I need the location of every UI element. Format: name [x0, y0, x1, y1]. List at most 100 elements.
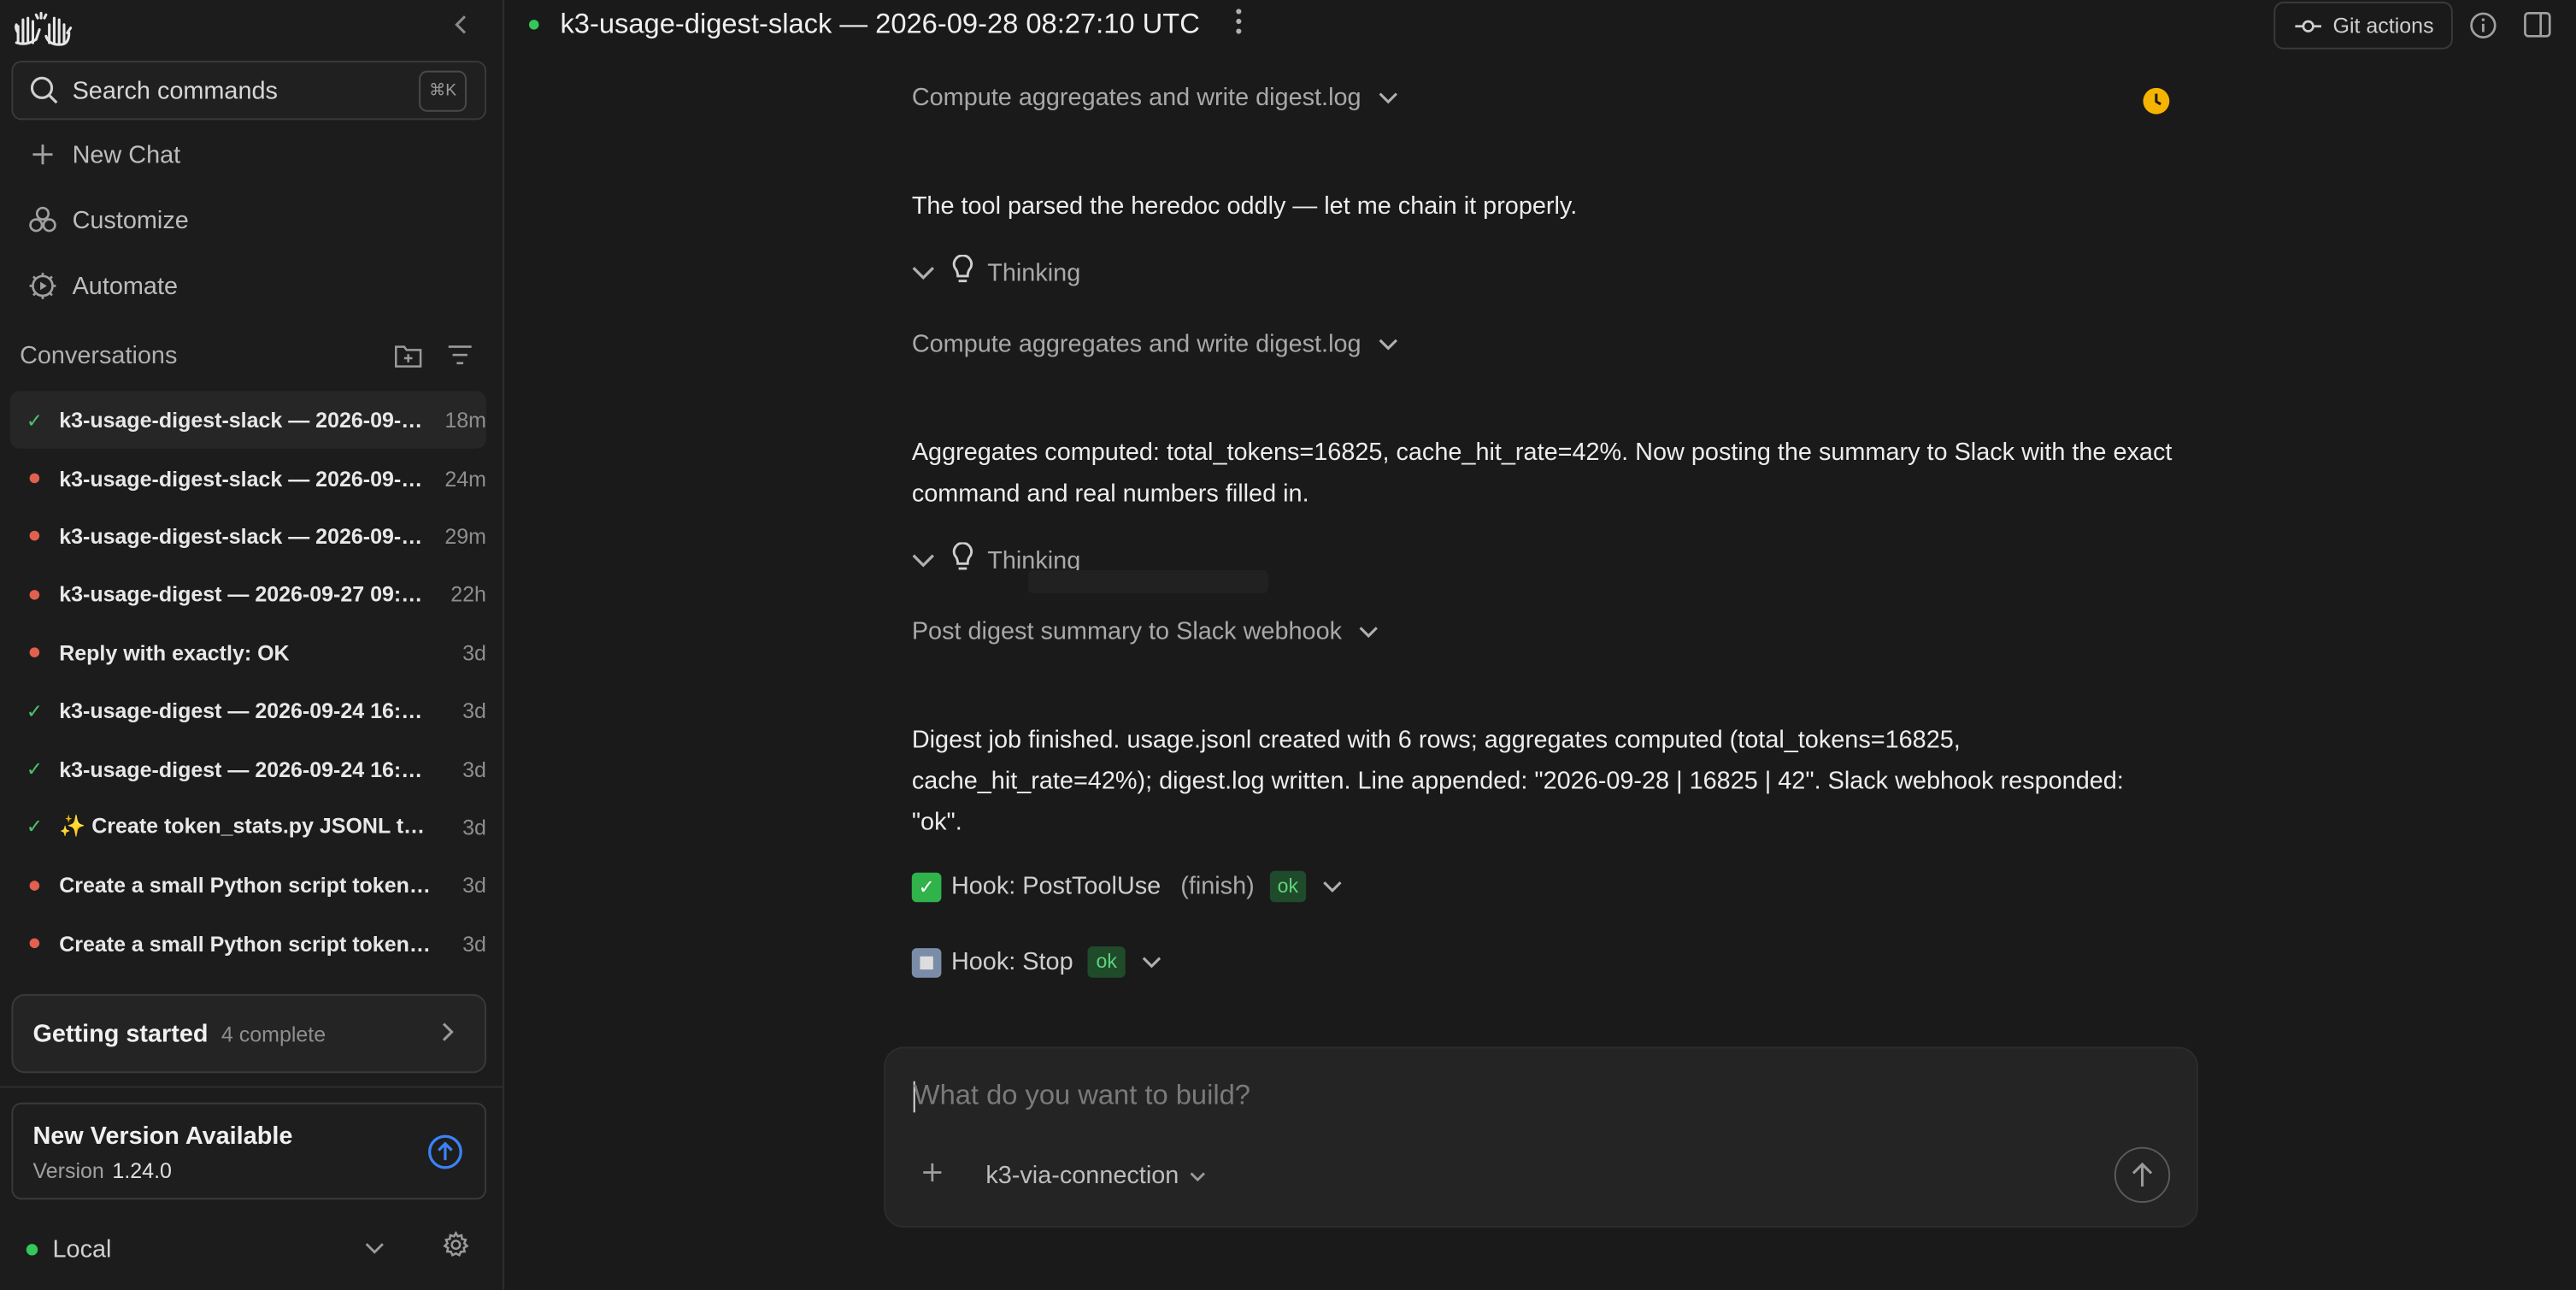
conversation-item[interactable]: ✓ k3-usage-digest — 2026-09-24 16:12:00 … — [10, 682, 486, 740]
search-commands[interactable]: Search commands ⌘K — [11, 61, 486, 121]
conversation-time: 3d — [462, 815, 486, 840]
hook-stop[interactable]: Hook: Stop ok — [911, 946, 1162, 978]
assistant-message: Digest job finished. usage.jsonl created… — [911, 726, 2124, 837]
error-dot-icon — [10, 938, 60, 949]
tool-call-compute-aggregates[interactable]: Compute aggregates and write digest.log — [912, 84, 1397, 112]
hook-label: Hook: PostToolUse — [950, 872, 1162, 901]
chevron-down-icon — [1189, 1162, 1205, 1190]
chevron-down-icon — [1323, 873, 1343, 901]
tool-call-slack-webhook[interactable]: Post digest summary to Slack webhook — [911, 617, 1379, 646]
send-button[interactable] — [2114, 1146, 2171, 1204]
thinking-toggle[interactable]: Thinking — [912, 254, 1081, 291]
sidebar: Search commands ⌘K New Chat Customize Au… — [0, 0, 505, 1290]
conversation-item[interactable]: k3-usage-digest — 2026-09-27 09:00:00 UT… — [10, 566, 486, 624]
nav-label: Automate — [72, 272, 179, 300]
filter-icon[interactable] — [445, 340, 475, 370]
nav-label: Customize — [72, 206, 189, 234]
checkmark-icon: ✓ — [26, 757, 44, 781]
model-selector[interactable]: k3-via-connection — [985, 1162, 1205, 1190]
version-label: Version — [32, 1158, 104, 1183]
shortcut-badge: ⌘K — [419, 70, 467, 112]
add-attachment-icon[interactable] — [921, 1158, 943, 1191]
error-dot-icon — [10, 647, 60, 658]
lightbulb-icon — [951, 541, 974, 578]
getting-started-title: Getting started — [32, 1019, 209, 1048]
plus-icon — [26, 138, 59, 170]
conversation-time: 18m — [444, 408, 486, 433]
conversation-time: 3d — [462, 757, 486, 782]
hook-post-tool-use[interactable]: ✓ Hook: PostToolUse (finish) ok — [911, 870, 1343, 903]
checkmark-icon: ✓ — [26, 409, 44, 432]
gear-icon[interactable] — [442, 1230, 470, 1267]
new-folder-icon[interactable] — [392, 340, 422, 370]
nav-customize[interactable]: Customize — [26, 201, 189, 240]
tool-call-label: Post digest summary to Slack webhook — [911, 617, 1343, 646]
composer-input[interactable]: What do you want to build? — [914, 1080, 1250, 1112]
app-logo — [13, 10, 73, 46]
conversation-title: Reply with exactly: OK — [59, 640, 290, 666]
conversation-time: 3d — [462, 640, 486, 666]
nav-automate[interactable]: Automate — [26, 266, 178, 305]
chevron-down-icon — [1378, 84, 1397, 112]
info-icon[interactable] — [2467, 10, 2497, 40]
chevron-right-icon — [438, 1021, 455, 1047]
getting-started-card[interactable]: Getting started 4 complete — [11, 993, 486, 1074]
tool-call-label: Compute aggregates and write digest.log — [911, 330, 1362, 359]
search-label: Search commands — [72, 76, 278, 105]
conversation-item[interactable]: Create a small Python script token_stats… — [10, 857, 486, 915]
chevron-down-icon — [1142, 948, 1162, 976]
conversation-title: k3-usage-digest-slack — 2026-09-28 08:16… — [59, 524, 433, 549]
chevron-down-icon — [912, 546, 935, 574]
chevron-down-icon[interactable] — [365, 1234, 385, 1264]
chevron-down-icon — [1358, 618, 1378, 646]
customize-icon — [26, 203, 59, 236]
conversation-time: 3d — [462, 931, 486, 957]
conversation-item[interactable]: k3-usage-digest-slack — 2026-09-28 08:21… — [10, 450, 486, 508]
thinking-label: Thinking — [987, 258, 1081, 287]
hook-label: Hook: Stop — [950, 948, 1073, 976]
conversation-time: 29m — [444, 524, 486, 549]
conversation-item[interactable]: k3-usage-digest-slack — 2026-09-28 08:16… — [10, 508, 486, 566]
assistant-message: The tool parsed the heredoc oddly — let … — [911, 191, 1578, 221]
update-card: New Version Available Version 1.24.0 — [11, 1102, 486, 1200]
stop-button-icon — [911, 947, 942, 977]
status-badge: ok — [1087, 946, 1126, 978]
nav-new-chat[interactable]: New Chat — [26, 135, 180, 174]
automate-icon — [26, 269, 59, 302]
arrow-up-icon — [2132, 1162, 2153, 1187]
getting-started-progress: 4 complete — [221, 1021, 326, 1046]
faded-tooltip — [1028, 570, 1268, 593]
update-button[interactable] — [427, 1134, 463, 1169]
checkmark-icon: ✓ — [26, 816, 44, 839]
hook-sublabel: (finish) — [1180, 872, 1255, 901]
conversation-title: Create a small Python script token_stats… — [59, 873, 433, 898]
message-composer[interactable]: What do you want to build? k3-via-connec… — [884, 1046, 2198, 1228]
toggle-panel-icon[interactable] — [2522, 10, 2552, 40]
tool-call-compute-aggregates[interactable]: Compute aggregates and write digest.log — [912, 330, 1397, 358]
update-title: New Version Available — [32, 1122, 293, 1151]
collapse-sidebar-button[interactable] — [447, 13, 477, 43]
conversation-title: Create a small Python script token_stats… — [59, 931, 433, 957]
git-commit-icon — [2295, 19, 2322, 32]
more-options-icon[interactable] — [1234, 7, 1244, 44]
pending-clock-icon — [2143, 87, 2170, 115]
conversation-time: 3d — [462, 873, 486, 898]
conversations-header: Conversations — [20, 339, 488, 371]
git-actions-button[interactable]: Git actions — [2273, 1, 2453, 50]
conversation-item[interactable]: Reply with exactly: OK 3d — [10, 624, 486, 682]
status-badge: ok — [1269, 870, 1307, 903]
error-dot-icon — [10, 880, 60, 891]
conversation-title: k3-usage-digest-slack — 2026-09-28 08:27… — [59, 408, 433, 433]
conversation-time: 22h — [450, 582, 486, 607]
environment-label: Local — [52, 1234, 112, 1263]
conversation-time: 24m — [444, 466, 486, 491]
sidebar-divider — [0, 1086, 505, 1088]
conversation-item[interactable]: ✓ k3-usage-digest-slack — 2026-09-28 08:… — [9, 391, 486, 450]
live-status-dot-icon — [528, 20, 539, 30]
hands-logo-icon — [15, 11, 73, 46]
conversation-item[interactable]: ✓ ✨ Create token_stats.py JSONL token co… — [10, 798, 486, 857]
environment-selector[interactable]: Local — [26, 1229, 480, 1269]
nav-label: New Chat — [72, 140, 181, 169]
conversation-item[interactable]: Create a small Python script token_stats… — [10, 915, 486, 973]
conversation-item[interactable]: ✓ k3-usage-digest — 2026-09-24 16:05:00 … — [10, 740, 486, 798]
